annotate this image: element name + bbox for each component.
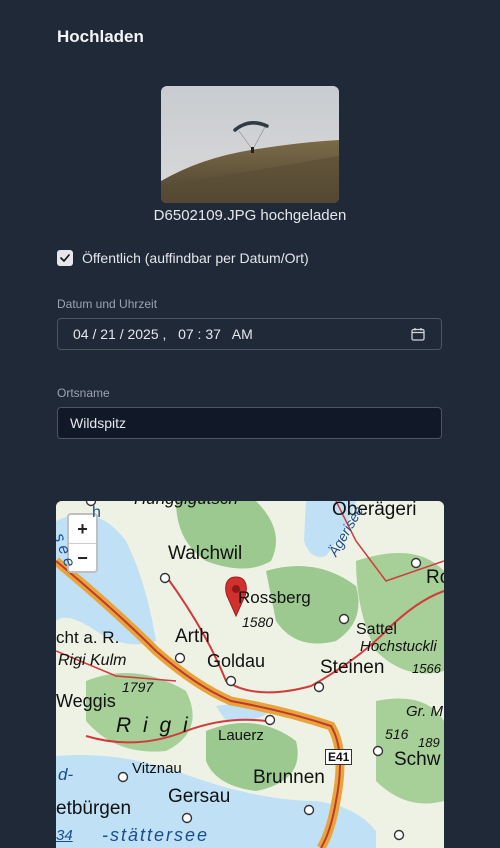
location-input[interactable]	[70, 408, 420, 438]
datetime-input[interactable]: 04 / 21 / 2025 , 07 : 37 AM	[57, 318, 442, 350]
uploaded-photo-thumbnail	[161, 86, 339, 203]
map[interactable]: + − Hunggigütsch Oberägeri h Walchwil Ro…	[56, 501, 444, 848]
map-label-e41: E41	[325, 749, 353, 765]
location-label: Ortsname	[57, 386, 110, 400]
map-label-elev-189: 189	[418, 735, 440, 750]
upload-status-text: D6502109.JPG hochgeladen	[153, 207, 347, 224]
map-tiles	[56, 501, 444, 848]
calendar-icon[interactable]	[411, 327, 425, 341]
map-label-ro: Ro	[426, 567, 444, 588]
map-label-gersau: Gersau	[168, 786, 231, 807]
map-label-arth: Arth	[175, 626, 210, 647]
map-label-elev-516: 516	[385, 726, 409, 742]
map-label-elev-34: 34	[56, 827, 73, 844]
map-label-brunnen: Brunnen	[253, 767, 325, 788]
map-label-vitznau: Vitznau	[132, 760, 182, 777]
datetime-label: Datum und Uhrzeit	[57, 297, 158, 311]
map-label-sattel: Sattel	[356, 621, 397, 638]
map-label-walchwil: Walchwil	[168, 543, 243, 564]
map-label-rossberg: Rossberg	[238, 588, 311, 607]
map-label-elev-1566: 1566	[412, 661, 441, 676]
datetime-value: 04 / 21 / 2025 , 07 : 37 AM	[73, 326, 253, 342]
map-label-arth-sack: cht a. R.	[56, 628, 120, 647]
location-field[interactable]	[57, 407, 442, 439]
map-label-d: d-	[58, 765, 74, 784]
public-checkbox[interactable]	[57, 250, 73, 266]
map-label-hunggigutsch: Hunggigütsch	[134, 501, 238, 509]
map-label-weggis: Weggis	[56, 691, 116, 711]
public-checkbox-label[interactable]: Öffentlich (auffindbar per Datum/Ort)	[82, 250, 309, 266]
map-label-lauerz: Lauerz	[218, 727, 264, 744]
checkmark-icon	[60, 254, 70, 262]
map-label-rigi-kulm: Rigi Kulm	[58, 652, 127, 669]
map-label-gr-m: Gr. M	[406, 703, 443, 720]
map-label-stattersee: -stättersee	[102, 825, 210, 845]
paraglider-photo	[161, 86, 339, 203]
page-title: Hochladen	[57, 27, 144, 46]
map-label-hochstuckli: Hochstuckli	[360, 638, 437, 655]
map-label-elev-1580: 1580	[242, 614, 274, 630]
map-label-elev-1797: 1797	[122, 679, 154, 695]
map-label-schw: Schw	[394, 749, 441, 770]
map-label-etburgen: etbürgen	[56, 798, 132, 819]
map-label-steinen: Steinen	[320, 657, 385, 678]
map-label-rigi: R i g i	[116, 714, 191, 737]
map-label-goldau: Goldau	[207, 651, 266, 671]
map-label-h: h	[92, 504, 101, 521]
